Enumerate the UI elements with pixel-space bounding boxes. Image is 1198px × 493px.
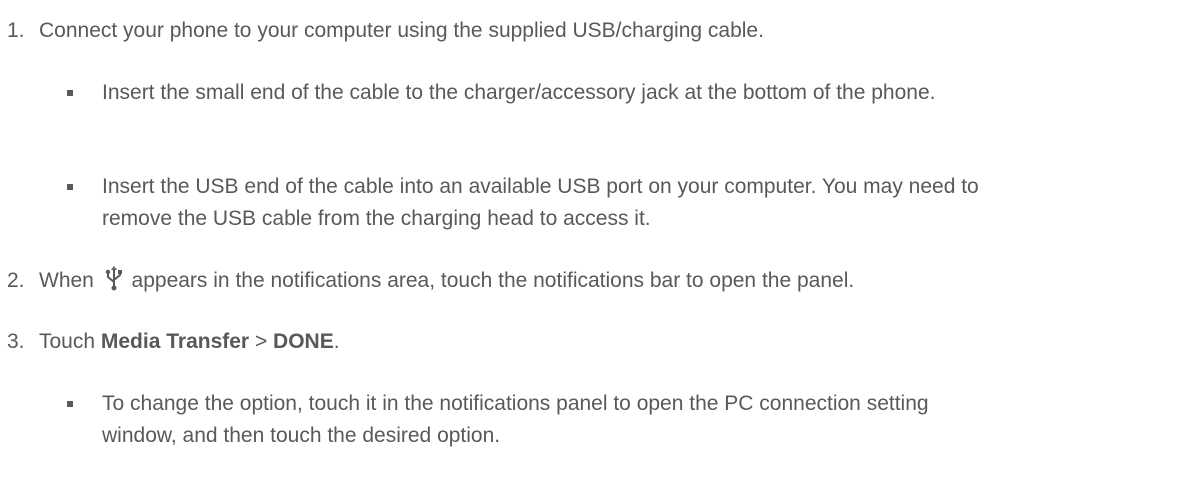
step-number: 2.	[7, 269, 25, 292]
step-text-before: When	[39, 269, 100, 292]
bullet-text: To change the option, touch it in the no…	[102, 392, 929, 447]
usb-icon	[105, 266, 122, 291]
step-text-after: appears in the notifications area, touch…	[125, 269, 855, 292]
step-text: When appears in the notifications area, …	[39, 265, 854, 297]
step-text-before: Touch	[39, 330, 101, 353]
bullet-square-icon	[67, 401, 73, 407]
done-label: DONE	[273, 330, 334, 353]
bullet-square-icon	[67, 184, 73, 190]
step-text: Touch Media Transfer > DONE.	[39, 326, 340, 358]
step-text: Connect your phone to your computer usin…	[39, 19, 764, 42]
bullet-text: Insert the small end of the cable to the…	[102, 81, 936, 104]
step-number: 3.	[7, 330, 25, 353]
step-text-after: .	[333, 330, 340, 353]
separator: >	[249, 330, 274, 353]
bullet-square-icon	[67, 90, 73, 96]
step-number: 1.	[7, 19, 25, 42]
bullet-text: Insert the USB end of the cable into an …	[102, 175, 979, 230]
media-transfer-label: Media Transfer	[100, 330, 250, 353]
